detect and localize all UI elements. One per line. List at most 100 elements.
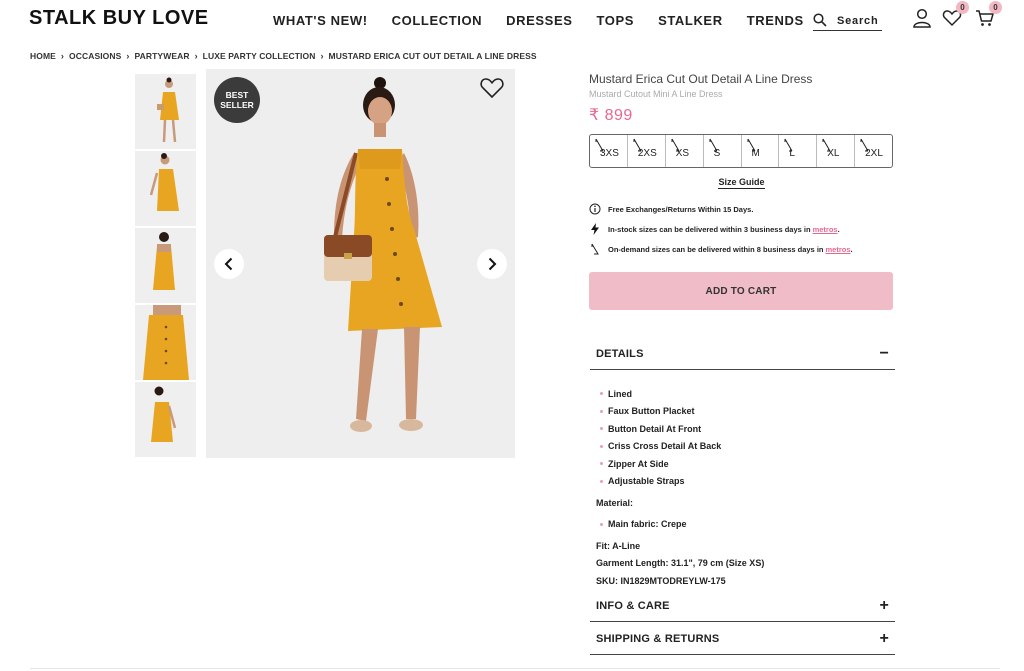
chevron-right-icon: › <box>60 51 65 61</box>
search-box[interactable]: Search <box>813 13 882 31</box>
wishlist-count-badge: 0 <box>956 1 969 14</box>
chevron-right-icon <box>488 257 497 271</box>
next-image-button[interactable] <box>477 249 507 279</box>
add-to-cart-button[interactable]: ADD TO CART <box>589 272 893 310</box>
thumbnail-2[interactable] <box>135 151 196 226</box>
product-thumbnail-image <box>143 305 189 380</box>
note-instock-text: In-stock sizes can be delivered within 3… <box>608 224 811 234</box>
minus-icon: − <box>879 344 889 362</box>
list-item: Adjustable Straps <box>596 473 886 491</box>
thumbnail-list <box>135 74 196 459</box>
chevron-right-icon: › <box>194 51 198 61</box>
metros-link[interactable]: metros <box>825 245 850 254</box>
list-item: Lined <box>596 385 886 403</box>
nav-stalker[interactable]: STALKER <box>658 13 723 28</box>
details-accordion-header[interactable]: DETAILS − <box>590 338 895 370</box>
chevron-right-icon: › <box>126 51 130 61</box>
detail-text: Criss Cross Detail At Back <box>608 441 722 452</box>
site-logo[interactable]: STALK BUY LOVE <box>29 7 209 30</box>
shipping-returns-accordion-header[interactable]: SHIPPING & RETURNS + <box>590 623 895 655</box>
search-label: Search <box>837 15 879 27</box>
size-label: L <box>789 148 795 159</box>
best-seller-line1: BEST <box>225 90 249 100</box>
thumbnail-3[interactable] <box>135 228 196 303</box>
product-thumbnail-image <box>151 386 177 442</box>
size-selector: 3XS 2XS XS S M L XL 2XL <box>589 134 893 168</box>
nav-dresses[interactable]: DRESSES <box>506 13 572 28</box>
chevron-right-icon: › <box>320 51 324 61</box>
info-care-accordion-header[interactable]: INFO & CARE + <box>590 590 895 622</box>
size-option-l[interactable]: L <box>779 135 818 167</box>
thumbnail-4[interactable] <box>135 305 196 380</box>
hanger-icon <box>591 243 599 255</box>
user-icon <box>913 8 931 28</box>
detail-text: Zipper At Side <box>608 458 669 469</box>
bullet-dot <box>600 392 603 396</box>
breadcrumb-partywear[interactable]: PARTYWEAR <box>135 51 190 61</box>
detail-text: Lined <box>608 388 632 399</box>
garment-length-text: Garment Length: 31.1", 79 cm (Size XS) <box>596 558 765 569</box>
note-instock-suffix: . <box>837 224 840 234</box>
product-subtitle: Mustard Cutout Mini A Line Dress <box>589 89 723 99</box>
breadcrumb-current: MUSTARD ERICA CUT OUT DETAIL A LINE DRES… <box>328 51 537 61</box>
note-returns: Free Exchanges/Returns Within 15 Days. <box>589 199 894 219</box>
size-option-2xl[interactable]: 2XL <box>855 135 892 167</box>
add-to-wishlist-button[interactable] <box>479 76 505 100</box>
material-label: Material: <box>596 497 634 508</box>
thumbnail-5[interactable] <box>135 382 196 457</box>
metros-link[interactable]: metros <box>813 225 838 234</box>
size-option-xs[interactable]: XS <box>666 135 704 167</box>
note-returns-text: Free Exchanges/Returns Within 15 Days. <box>608 204 754 214</box>
size-label: M <box>751 148 760 159</box>
plus-icon: + <box>879 629 889 647</box>
breadcrumb: HOME › OCCASIONS › PARTYWEAR › LUXE PART… <box>30 51 537 61</box>
fit-text: Fit: A-Line <box>596 540 641 551</box>
info-icon <box>589 203 601 215</box>
product-title: Mustard Erica Cut Out Detail A Line Dres… <box>589 72 813 86</box>
wishlist-button[interactable]: 0 <box>942 1 969 28</box>
list-item: Zipper At Side <box>596 455 886 473</box>
details-content: Lined Faux Button Placket Button Detail … <box>596 385 886 590</box>
size-label: 2XS <box>637 148 657 159</box>
size-option-3xs[interactable]: 3XS <box>590 135 628 167</box>
list-item: Main fabric: Crepe <box>596 516 886 534</box>
main-product-image[interactable]: BEST SELLER <box>206 69 515 458</box>
bullet-dot <box>600 479 603 483</box>
product-model-illustration <box>324 77 442 432</box>
account-button[interactable] <box>912 8 932 28</box>
previous-image-button[interactable] <box>214 249 244 279</box>
bullet-dot <box>600 409 603 413</box>
product-thumbnail-image <box>149 153 179 211</box>
nav-trends[interactable]: TRENDS <box>747 13 804 28</box>
chevron-left-icon <box>224 257 233 271</box>
bullet-dot <box>600 522 603 526</box>
size-option-2xs[interactable]: 2XS <box>628 135 666 167</box>
size-option-s[interactable]: S <box>704 135 742 167</box>
breadcrumb-home[interactable]: HOME <box>30 51 56 61</box>
bullet-dot <box>600 444 603 448</box>
plus-icon: + <box>879 596 889 614</box>
size-label: XL <box>827 148 840 159</box>
list-item: Criss Cross Detail At Back <box>596 438 886 456</box>
breadcrumb-luxe-party[interactable]: LUXE PARTY COLLECTION <box>203 51 316 61</box>
size-option-m[interactable]: M <box>742 135 780 167</box>
cart-button[interactable]: 0 <box>975 1 1002 28</box>
cart-count-badge: 0 <box>989 1 1002 14</box>
list-item: Button Detail At Front <box>596 420 886 438</box>
sku-text: SKU: IN1829MTODREYLW-175 <box>596 575 726 586</box>
nav-whats-new[interactable]: WHAT'S NEW! <box>273 13 368 28</box>
thumbnail-1[interactable] <box>135 74 196 149</box>
breadcrumb-occasions[interactable]: OCCASIONS <box>69 51 121 61</box>
note-ondemand-text: On-demand sizes can be delivered within … <box>608 244 824 254</box>
size-guide: Size Guide <box>589 177 894 189</box>
size-label: XS <box>675 148 690 159</box>
heart-icon <box>480 78 504 99</box>
size-option-xl[interactable]: XL <box>817 135 856 167</box>
best-seller-line2: SELLER <box>220 100 254 110</box>
nav-tops[interactable]: TOPS <box>597 13 635 28</box>
nav-collection[interactable]: COLLECTION <box>392 13 483 28</box>
main-nav: WHAT'S NEW! COLLECTION DRESSES TOPS STAL… <box>273 13 828 28</box>
size-guide-link[interactable]: Size Guide <box>718 177 765 189</box>
delivery-notes: Free Exchanges/Returns Within 15 Days. I… <box>589 199 894 259</box>
note-instock: In-stock sizes can be delivered within 3… <box>589 219 894 239</box>
